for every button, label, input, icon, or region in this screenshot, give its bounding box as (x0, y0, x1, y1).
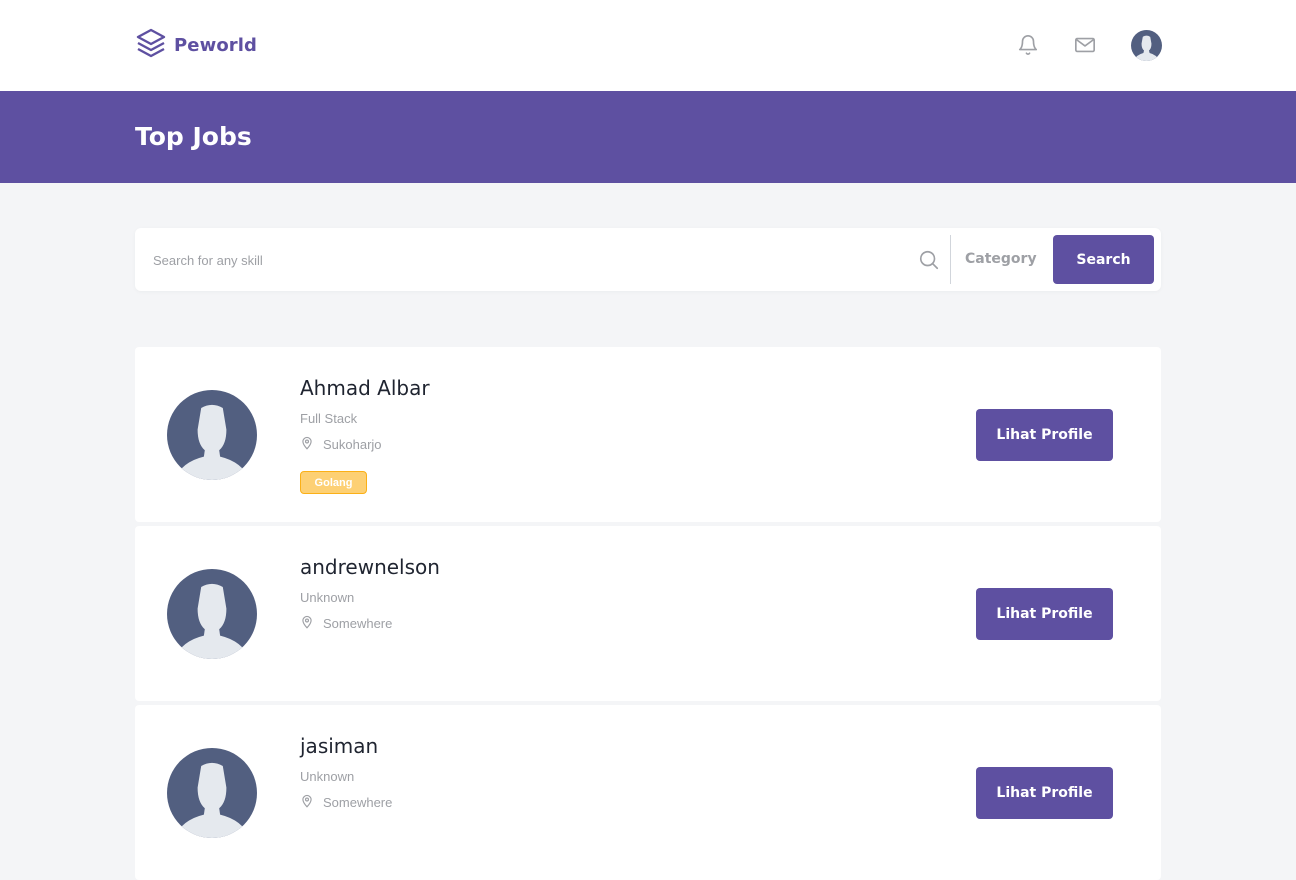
candidate-job: Unknown (300, 769, 355, 784)
candidate-name: jasiman (300, 734, 379, 758)
skill-badge: Golang (300, 471, 367, 494)
bell-icon[interactable] (1016, 33, 1040, 57)
candidate-avatar (167, 569, 257, 659)
candidate-card: Ahmad Albar Full Stack Sukoharjo Golang … (135, 347, 1161, 522)
candidate-job: Unknown (300, 590, 355, 605)
candidate-location: Somewhere (300, 793, 392, 811)
location-pin-icon (300, 793, 314, 812)
search-button[interactable]: Search (1053, 235, 1154, 284)
brand-logo[interactable]: Peworld (135, 27, 258, 64)
location-text: Sukoharjo (323, 436, 382, 452)
location-pin-icon (300, 435, 314, 454)
candidate-name: andrewnelson (300, 555, 440, 579)
location-text: Somewhere (323, 615, 393, 631)
page-title: Top Jobs (135, 122, 252, 151)
candidate-card: andrewnelson Unknown Somewhere Lihat Pro… (135, 526, 1161, 701)
search-input[interactable] (143, 242, 913, 278)
candidate-location: Sukoharjo (300, 435, 382, 453)
location-text: Somewhere (323, 794, 393, 810)
candidate-location: Somewhere (300, 614, 392, 632)
location-pin-icon (300, 614, 314, 633)
candidate-name: Ahmad Albar (300, 376, 430, 400)
candidate-job: Full Stack (300, 411, 358, 426)
search-divider (950, 235, 951, 284)
lihat-profile-button[interactable]: Lihat Profile (976, 409, 1113, 461)
category-dropdown[interactable]: Category (965, 251, 1037, 267)
lihat-profile-button[interactable]: Lihat Profile (976, 767, 1113, 819)
layers-logo-icon (135, 27, 167, 64)
user-avatar[interactable] (1131, 30, 1162, 61)
lihat-profile-button[interactable]: Lihat Profile (976, 588, 1113, 640)
candidate-card: jasiman Unknown Somewhere Lihat Profile (135, 705, 1161, 880)
search-bar: Category Search (135, 228, 1161, 291)
candidate-avatar (167, 390, 257, 480)
search-icon[interactable] (918, 249, 940, 271)
brand-name: Peworld (174, 34, 258, 56)
navbar: Peworld (0, 0, 1296, 91)
mail-icon[interactable] (1073, 33, 1097, 57)
candidate-avatar (167, 748, 257, 838)
